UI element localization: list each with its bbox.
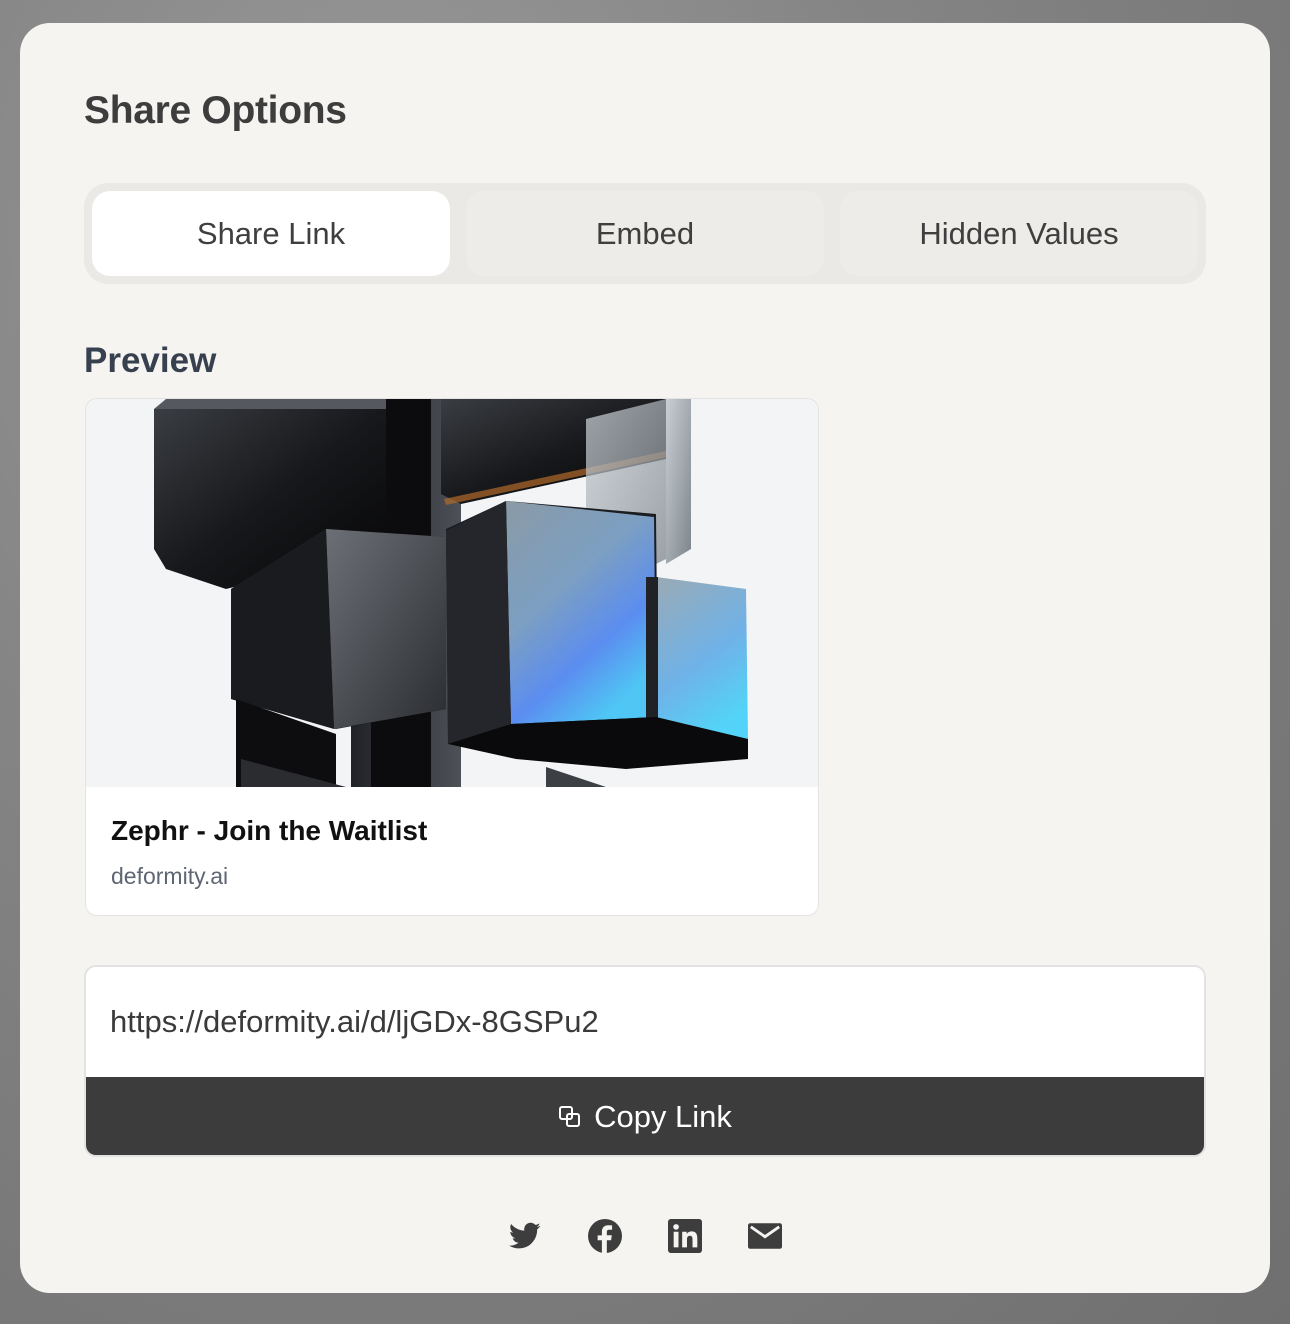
abstract-3d-cubes-image	[154, 399, 748, 787]
link-preview-card: Zephr - Join the Waitlist deformity.ai	[85, 398, 819, 916]
share-url-input[interactable]	[86, 967, 1204, 1077]
preview-card-domain: deformity.ai	[111, 863, 229, 889]
tab-share-link[interactable]: Share Link	[92, 191, 450, 276]
facebook-icon[interactable]	[588, 1219, 622, 1253]
copy-icon	[558, 1105, 582, 1129]
tab-embed[interactable]: Embed	[466, 191, 824, 276]
email-icon[interactable]	[748, 1219, 782, 1253]
share-options-modal: Share Options Share Link Embed Hidden Va…	[20, 23, 1270, 1293]
preview-card-title: Zephr - Join the Waitlist	[111, 815, 428, 846]
copy-link-label: Copy Link	[594, 1099, 732, 1134]
share-link-box: Copy Link	[84, 965, 1206, 1157]
linkedin-icon[interactable]	[668, 1219, 702, 1253]
tab-hidden-values[interactable]: Hidden Values	[840, 191, 1198, 276]
twitter-icon[interactable]	[508, 1219, 542, 1253]
share-tabs: Share Link Embed Hidden Values	[84, 183, 1206, 284]
preview-image	[86, 399, 818, 787]
preview-heading: Preview	[84, 341, 217, 380]
copy-link-button[interactable]: Copy Link	[86, 1077, 1204, 1155]
social-share-row	[20, 1219, 1270, 1253]
modal-title: Share Options	[84, 89, 347, 132]
